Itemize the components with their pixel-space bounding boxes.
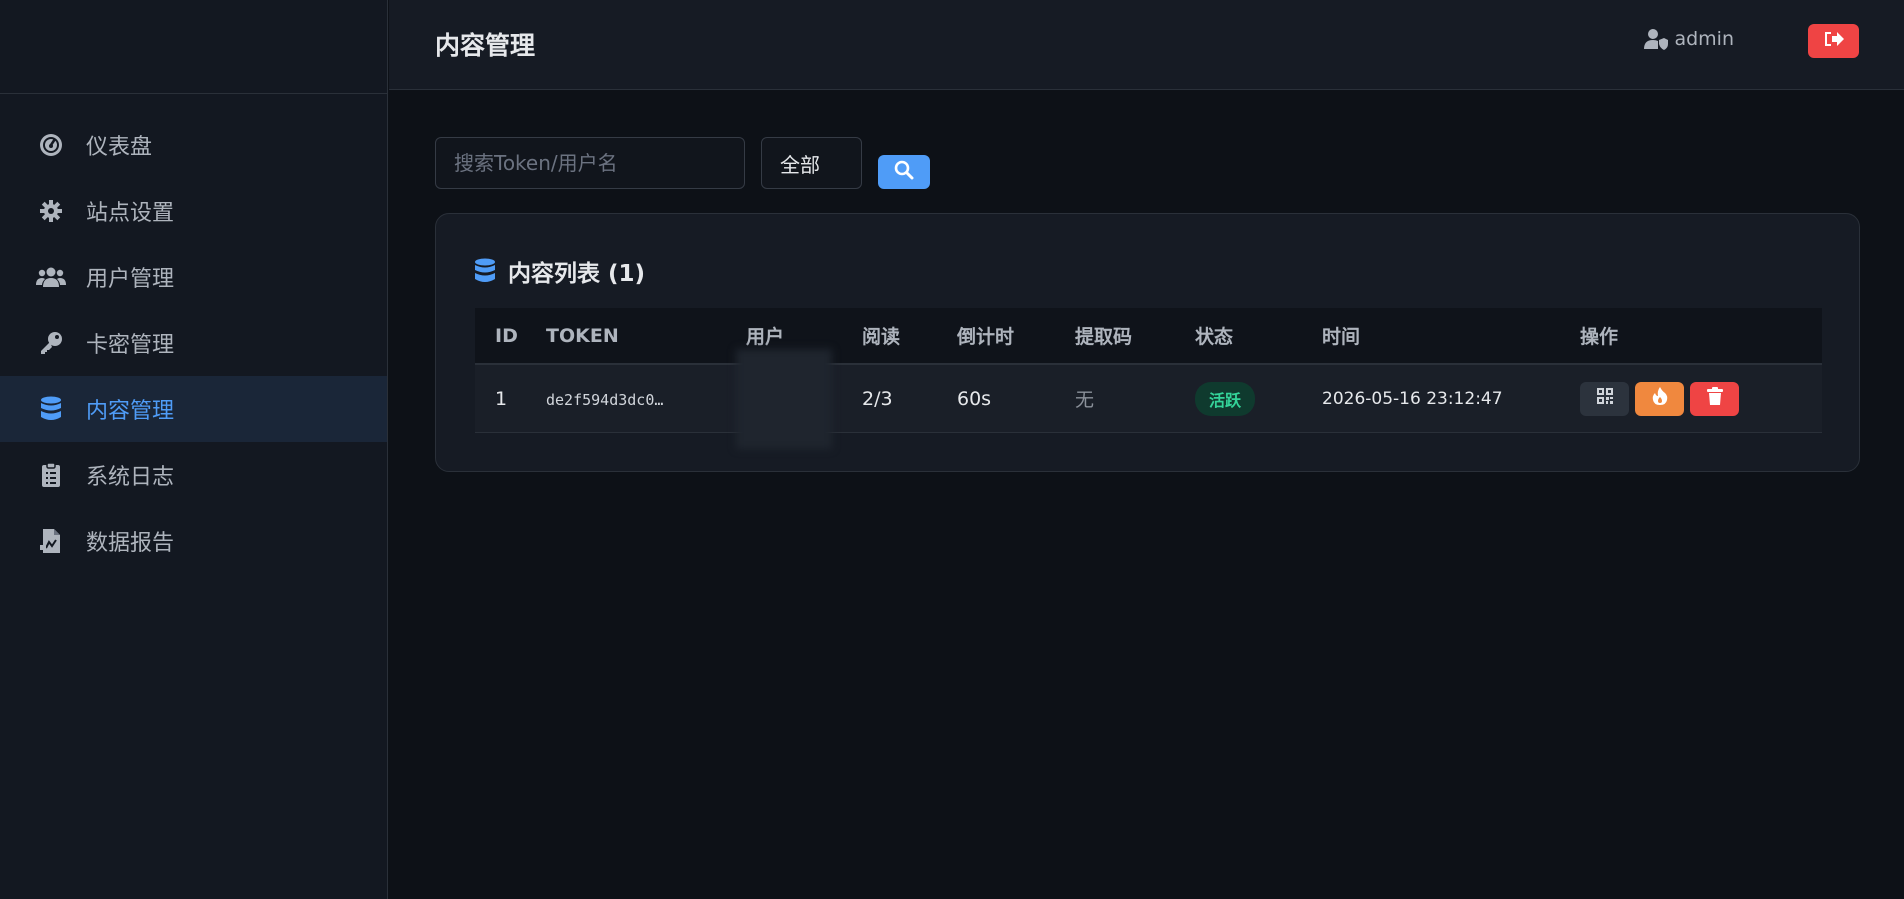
sidebar-item-logs[interactable]: 系统日志	[0, 442, 387, 508]
card-title-text: 内容列表 (1)	[508, 261, 646, 287]
column-header-token: TOKEN	[546, 324, 619, 347]
content-table: ID TOKEN 用户 阅读 倒计时 提取码 状态 时间 操作 1 de2f59…	[475, 308, 1822, 449]
report-icon	[36, 526, 66, 556]
username: admin	[1674, 28, 1734, 50]
search-icon	[894, 160, 914, 184]
delete-button[interactable]	[1690, 381, 1739, 416]
sidebar-item-label: 卡密管理	[86, 333, 175, 358]
users-icon	[36, 262, 66, 292]
sidebar-item-site-settings[interactable]: 站点设置	[0, 178, 387, 244]
user-menu[interactable]: admin	[1644, 28, 1734, 50]
key-icon	[36, 328, 66, 358]
page-title: 内容管理	[435, 31, 536, 60]
column-header-status: 状态	[1195, 326, 1234, 348]
token-text: de2f594d3dc0…	[546, 390, 664, 409]
cell-countdown: 60s	[957, 387, 992, 410]
dashboard-icon	[36, 130, 66, 160]
sidebar-item-label: 仪表盘	[86, 135, 153, 160]
cell-actions	[1580, 381, 1822, 416]
sidebar-item-label: 内容管理	[86, 399, 175, 424]
clipboard-icon	[36, 460, 66, 490]
column-header-user: 用户	[746, 326, 785, 348]
table-row: 1 de2f594d3dc0… 2/3 60s 无 活跃 2026-05-16 …	[475, 348, 1822, 449]
sidebar-item-label: 用户管理	[86, 267, 175, 292]
user-redacted	[736, 348, 832, 449]
database-icon	[474, 258, 496, 284]
user-shield-icon	[1644, 28, 1669, 50]
sidebar-item-content[interactable]: 内容管理	[0, 376, 387, 442]
table-header: ID TOKEN 用户 阅读 倒计时 提取码 状态 时间 操作	[475, 308, 1822, 365]
burn-button[interactable]	[1635, 381, 1684, 416]
column-header-countdown: 倒计时	[957, 326, 1015, 348]
column-header-actions: 操作	[1580, 326, 1619, 348]
status-badge: 活跃	[1195, 381, 1256, 416]
sidebar-item-dashboard[interactable]: 仪表盘	[0, 112, 387, 178]
sidebar: 仪表盘 站点设置 用户管理 卡密管理 内容管理 系统日志 数据报告	[0, 0, 388, 899]
cell-time: 2026-05-16 23:12:47	[1322, 388, 1503, 409]
cell-status: 活跃	[1195, 381, 1322, 416]
column-header-code: 提取码	[1075, 326, 1133, 348]
content-list-card: 内容列表 (1) ID TOKEN 用户 阅读 倒计时 提取码 状态 时间 操作…	[435, 213, 1860, 472]
column-header-id: ID	[495, 324, 518, 347]
status-filter-value: 全部	[780, 152, 820, 177]
sidebar-item-users[interactable]: 用户管理	[0, 244, 387, 310]
cell-read: 2/3	[862, 387, 893, 410]
cell-user	[736, 348, 862, 449]
search-button[interactable]	[878, 155, 930, 189]
cell-code: 无	[1075, 389, 1095, 411]
fire-icon	[1651, 386, 1669, 411]
logout-button[interactable]	[1808, 24, 1859, 58]
cell-id: 1	[495, 387, 508, 410]
qrcode-button[interactable]	[1580, 381, 1629, 416]
status-filter-select[interactable]: 全部	[761, 137, 862, 189]
sidebar-item-label: 系统日志	[86, 465, 175, 490]
cell-token[interactable]: de2f594d3dc0…	[546, 388, 746, 410]
sidebar-item-label: 站点设置	[86, 201, 175, 226]
top-header: 内容管理 admin	[389, 0, 1904, 90]
database-icon	[36, 394, 66, 424]
sidebar-item-reports[interactable]: 数据报告	[0, 508, 387, 574]
qrcode-icon	[1596, 387, 1614, 410]
trash-icon	[1706, 387, 1723, 410]
content-list-title: 内容列表 (1)	[474, 254, 645, 288]
column-header-time: 时间	[1322, 326, 1361, 348]
sidebar-item-label: 数据报告	[86, 531, 175, 556]
sidebar-item-cards[interactable]: 卡密管理	[0, 310, 387, 376]
column-header-read: 阅读	[862, 326, 901, 348]
gear-icon	[36, 196, 66, 226]
sidebar-nav: 仪表盘 站点设置 用户管理 卡密管理 内容管理 系统日志 数据报告	[0, 112, 387, 574]
sign-out-icon	[1823, 30, 1845, 52]
search-input[interactable]	[435, 137, 745, 189]
sidebar-brand	[0, 0, 387, 94]
